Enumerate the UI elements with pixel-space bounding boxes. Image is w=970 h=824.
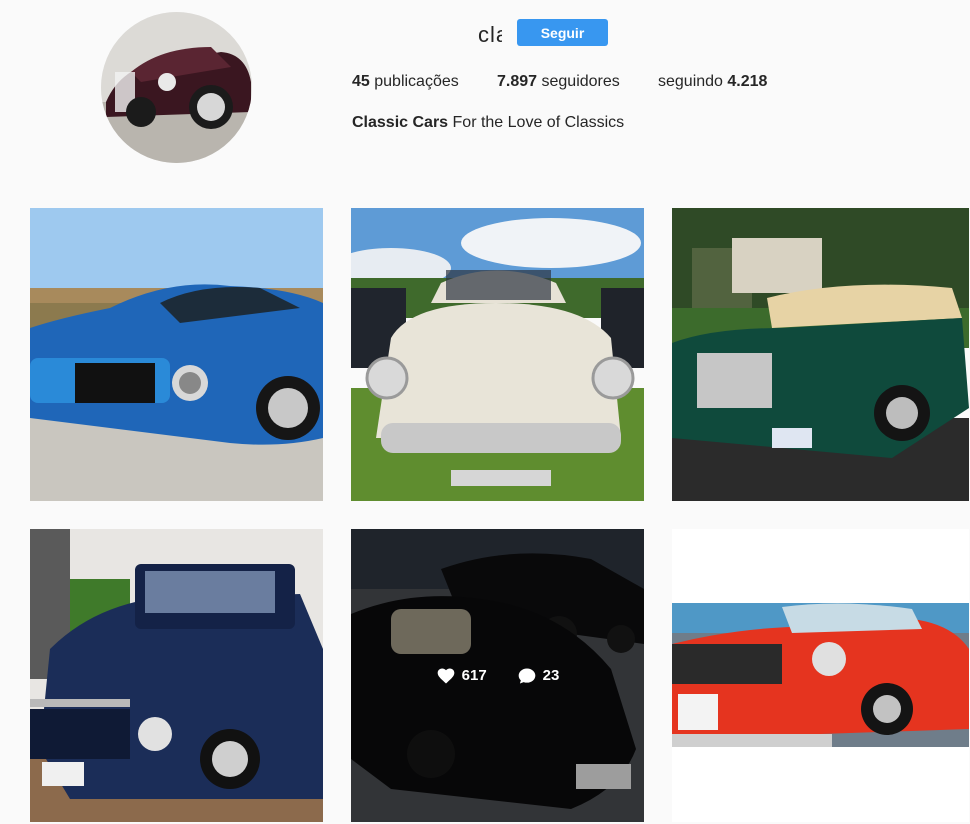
likes-count: 617 [461,667,487,684]
post-thumbnail[interactable]: 617 23 [351,529,644,822]
post-thumbnail[interactable] [351,208,644,501]
profile-bio-text: For the Love of Classics [452,114,625,131]
heart-icon [437,668,454,683]
likes-metric: 617 [436,666,487,686]
blue-muscle-car-image [30,208,323,501]
post-stats-overlay: 617 23 [351,529,644,822]
following-label: seguindo [658,73,723,90]
followers-label: seguidores [541,73,620,90]
follow-button[interactable]: Seguir [517,19,608,46]
profile-username: classiccars [478,22,502,47]
post-thumbnail[interactable] [30,529,323,822]
posts-stat: 45 publicações [352,73,459,91]
following-count: 4.218 [727,73,768,90]
post-thumbnail[interactable] [30,208,323,501]
profile-avatar [101,12,252,163]
red-mustang-image [672,529,969,822]
post-thumbnail[interactable] [672,208,969,501]
post-thumbnail[interactable] [672,529,969,822]
posts-count: 45 [352,73,370,90]
navy-blue-pickup-image [30,529,323,822]
following-stat[interactable]: seguindo 4.218 [658,73,767,91]
followers-count: 7.897 [497,73,538,90]
posts-label: publicações [374,73,459,90]
comments-count: 23 [542,667,560,684]
comment-icon [518,668,536,683]
profile-bio: Classic Cars For the Love of Classics [352,114,624,132]
comments-metric: 23 [517,666,560,686]
followers-stat[interactable]: 7.897 seguidores [497,73,620,91]
profile-full-name: Classic Cars [352,114,449,131]
white-vintage-sedan-image [351,208,644,501]
green-luxury-coupe-image [672,208,969,501]
